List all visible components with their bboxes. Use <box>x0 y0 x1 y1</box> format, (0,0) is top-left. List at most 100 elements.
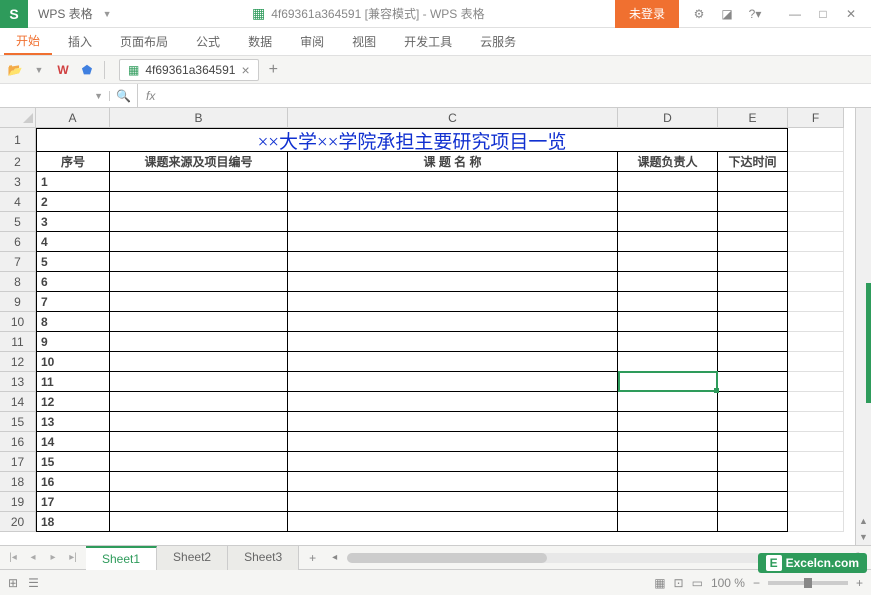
cell[interactable] <box>110 472 288 492</box>
login-button[interactable]: 未登录 <box>615 0 679 28</box>
menu-insert[interactable]: 插入 <box>56 29 104 54</box>
zoom-in-button[interactable]: + <box>856 576 863 590</box>
cell[interactable] <box>618 312 718 332</box>
cell[interactable] <box>618 232 718 252</box>
cell[interactable] <box>788 512 844 532</box>
cell[interactable] <box>110 172 288 192</box>
cell[interactable] <box>788 212 844 232</box>
cell[interactable] <box>110 452 288 472</box>
cell[interactable] <box>288 372 618 392</box>
hscroll-thumb[interactable] <box>347 553 546 563</box>
cell[interactable] <box>110 292 288 312</box>
cell[interactable] <box>288 412 618 432</box>
cell[interactable] <box>288 452 618 472</box>
cell[interactable] <box>110 192 288 212</box>
cell[interactable] <box>788 352 844 372</box>
row-header[interactable]: 3 <box>0 172 36 192</box>
row-header[interactable]: 15 <box>0 412 36 432</box>
row-header[interactable]: 5 <box>0 212 36 232</box>
name-box[interactable]: ▼ <box>0 91 110 101</box>
cell[interactable] <box>718 512 788 532</box>
cell[interactable] <box>110 332 288 352</box>
cell[interactable] <box>110 252 288 272</box>
cell[interactable] <box>618 392 718 412</box>
view-mode-3-icon[interactable]: ▭ <box>692 576 703 590</box>
menu-review[interactable]: 审阅 <box>288 29 336 54</box>
sheet-tab-3[interactable]: Sheet3 <box>228 546 299 570</box>
col-header-c[interactable]: C <box>288 108 618 128</box>
cell-seq[interactable]: 10 <box>36 352 110 372</box>
row-header[interactable]: 12 <box>0 352 36 372</box>
cell[interactable] <box>110 232 288 252</box>
row-header[interactable]: 17 <box>0 452 36 472</box>
sheet-nav-first-icon[interactable]: |◂ <box>4 549 22 567</box>
cell[interactable] <box>788 472 844 492</box>
cell[interactable] <box>288 192 618 212</box>
cell-seq[interactable]: 14 <box>36 432 110 452</box>
cell[interactable] <box>788 312 844 332</box>
row-header[interactable]: 14 <box>0 392 36 412</box>
open-file-icon[interactable]: 📂 <box>4 59 26 81</box>
cell[interactable] <box>718 272 788 292</box>
col-header-d[interactable]: D <box>618 108 718 128</box>
scroll-up-icon[interactable]: ▲ <box>856 513 871 529</box>
cell[interactable] <box>618 512 718 532</box>
cell[interactable] <box>718 232 788 252</box>
cell[interactable] <box>618 352 718 372</box>
cell[interactable] <box>718 352 788 372</box>
cell[interactable] <box>288 432 618 452</box>
row-header[interactable]: 11 <box>0 332 36 352</box>
cell-seq[interactable]: 6 <box>36 272 110 292</box>
cell[interactable] <box>788 492 844 512</box>
cell-seq[interactable]: 5 <box>36 252 110 272</box>
sheet-nav-next-icon[interactable]: ▸ <box>44 549 62 567</box>
cell[interactable] <box>618 372 718 392</box>
cell[interactable] <box>618 292 718 312</box>
row-header[interactable]: 20 <box>0 512 36 532</box>
cell[interactable] <box>110 492 288 512</box>
sheet-title-cell[interactable]: ××大学××学院承担主要研究项目一览 <box>36 128 788 152</box>
header-seq[interactable]: 序号 <box>36 152 110 172</box>
cell[interactable] <box>618 472 718 492</box>
menu-page-layout[interactable]: 页面布局 <box>108 29 180 54</box>
cell[interactable] <box>718 212 788 232</box>
cell[interactable] <box>788 372 844 392</box>
cube-icon[interactable]: ⬟ <box>76 59 98 81</box>
row-header[interactable]: 10 <box>0 312 36 332</box>
cell[interactable] <box>288 392 618 412</box>
cell-seq[interactable]: 9 <box>36 332 110 352</box>
cell[interactable] <box>788 192 844 212</box>
row-header[interactable]: 18 <box>0 472 36 492</box>
cell[interactable] <box>288 512 618 532</box>
name-box-dropdown-icon[interactable]: ▼ <box>94 91 103 101</box>
cell-seq[interactable]: 2 <box>36 192 110 212</box>
cell[interactable] <box>110 272 288 292</box>
cell[interactable] <box>618 212 718 232</box>
cell[interactable] <box>788 432 844 452</box>
menu-data[interactable]: 数据 <box>236 29 284 54</box>
cell[interactable] <box>288 272 618 292</box>
cell-seq[interactable]: 16 <box>36 472 110 492</box>
cell-seq[interactable]: 18 <box>36 512 110 532</box>
cell[interactable] <box>288 212 618 232</box>
cell[interactable] <box>788 252 844 272</box>
minimize-button[interactable]: — <box>783 2 807 26</box>
col-header-e[interactable]: E <box>718 108 788 128</box>
cell[interactable] <box>718 172 788 192</box>
cell[interactable] <box>718 312 788 332</box>
header-source[interactable]: 课题来源及项目编号 <box>110 152 288 172</box>
menu-dev[interactable]: 开发工具 <box>392 29 464 54</box>
cell[interactable] <box>618 252 718 272</box>
row-header[interactable]: 4 <box>0 192 36 212</box>
zoom-value[interactable]: 100 % <box>711 576 745 590</box>
hscroll-left-icon[interactable]: ◂ <box>332 552 337 563</box>
row-header[interactable]: 6 <box>0 232 36 252</box>
cell[interactable] <box>110 312 288 332</box>
fx-search-icon[interactable]: 🔍 <box>110 84 138 108</box>
fx-label[interactable]: fx <box>138 89 163 103</box>
toolbar-dropdown-icon[interactable]: ▼ <box>28 59 50 81</box>
cell[interactable] <box>788 412 844 432</box>
sheet-nav-last-icon[interactable]: ▸| <box>64 549 82 567</box>
cell[interactable] <box>618 412 718 432</box>
cell[interactable] <box>788 152 844 172</box>
